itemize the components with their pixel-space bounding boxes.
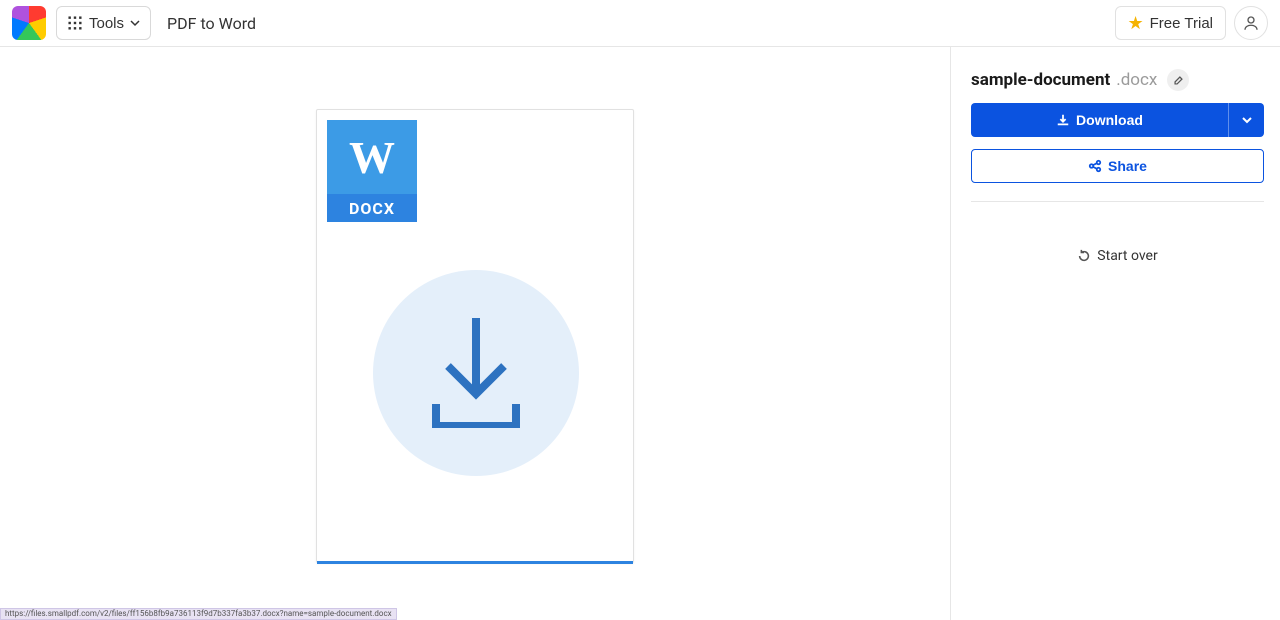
tools-label: Tools [89, 15, 124, 32]
download-arrow-icon [430, 318, 522, 428]
panel-divider [971, 201, 1264, 202]
download-illustration [373, 270, 579, 476]
side-panel: sample-document .docx Download [951, 47, 1280, 620]
docx-badge-label: DOCX [327, 194, 417, 222]
free-trial-label: Free Trial [1150, 15, 1213, 32]
preview-panel: W DOCX https://files.smallpdf.com/v2/fil… [0, 47, 951, 620]
filename: sample-document [971, 70, 1110, 90]
start-over-button[interactable]: Start over [1077, 248, 1157, 264]
body-area: W DOCX https://files.smallpdf.com/v2/fil… [0, 47, 1280, 620]
filename-row: sample-document .docx [971, 69, 1264, 91]
docx-badge: W DOCX [327, 120, 417, 224]
restart-icon [1077, 249, 1091, 263]
top-bar-left: Tools PDF to Word [12, 6, 256, 40]
file-extension: .docx [1116, 70, 1157, 90]
share-icon [1088, 159, 1102, 173]
document-preview-card[interactable]: W DOCX [316, 109, 634, 563]
start-over-label: Start over [1097, 248, 1157, 264]
tools-dropdown-button[interactable]: Tools [56, 6, 151, 40]
chevron-down-icon [1241, 114, 1253, 126]
download-row: Download [971, 103, 1264, 137]
pencil-icon [1173, 75, 1184, 86]
user-icon [1242, 14, 1260, 32]
account-button[interactable] [1234, 6, 1268, 40]
status-bar-url: https://files.smallpdf.com/v2/files/ff15… [0, 608, 397, 620]
download-options-button[interactable] [1228, 103, 1264, 137]
page-title: PDF to Word [167, 14, 256, 33]
app-logo[interactable] [12, 6, 46, 40]
chevron-down-icon [130, 18, 140, 28]
top-bar: Tools PDF to Word ★ Free Trial [0, 0, 1280, 47]
download-icon [1056, 113, 1070, 127]
top-bar-right: ★ Free Trial [1115, 6, 1269, 40]
free-trial-button[interactable]: ★ Free Trial [1115, 6, 1227, 40]
download-label: Download [1076, 112, 1143, 128]
apps-grid-icon [67, 15, 83, 31]
docx-badge-letter: W [327, 120, 417, 194]
share-button[interactable]: Share [971, 149, 1264, 183]
share-label: Share [1108, 158, 1147, 174]
star-icon: ★ [1128, 14, 1144, 32]
edit-filename-button[interactable] [1167, 69, 1189, 91]
download-button[interactable]: Download [971, 103, 1228, 137]
